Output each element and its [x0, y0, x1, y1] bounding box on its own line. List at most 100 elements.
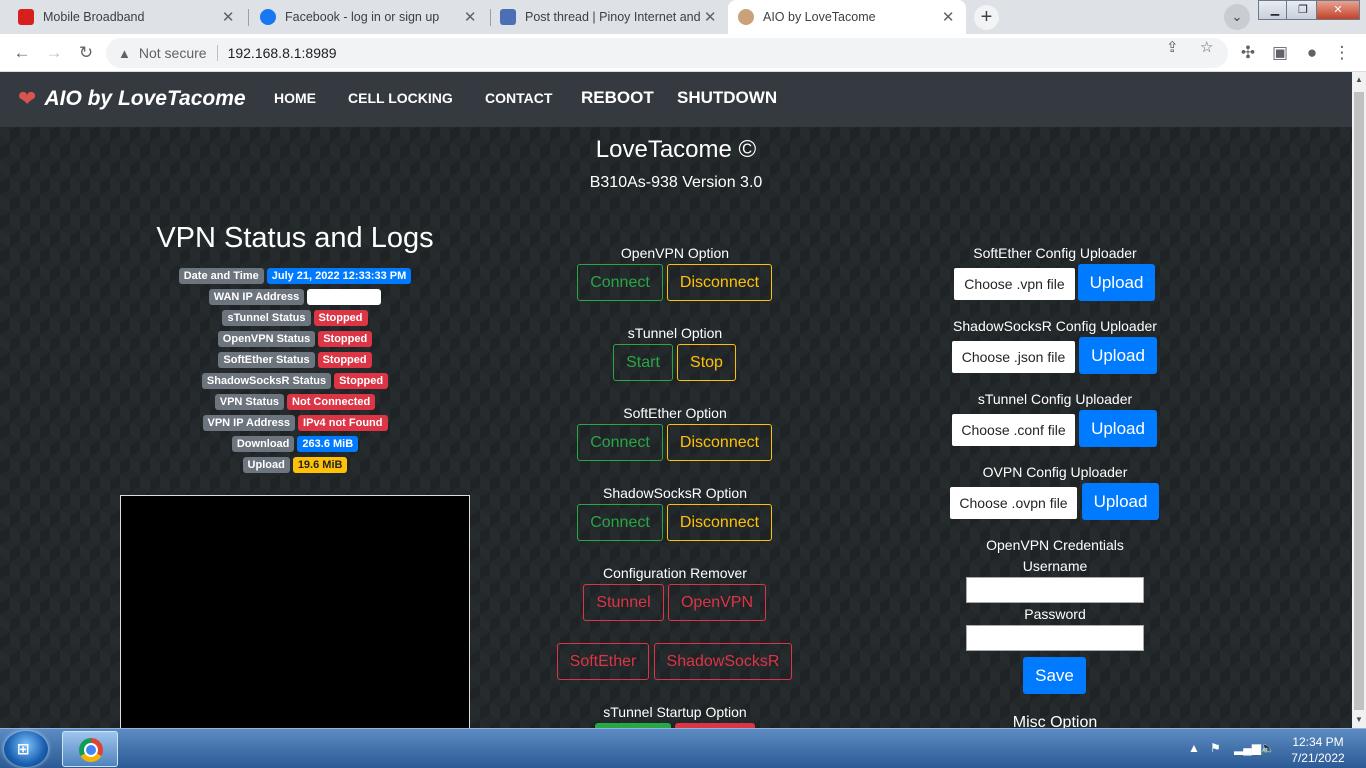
vpn-log-console[interactable]: [120, 495, 470, 728]
remove-openvpn-button[interactable]: OpenVPN: [668, 584, 766, 621]
page-subtitle: B310As-938 Version 3.0: [589, 174, 763, 191]
browser-tab-strip: Mobile Broadband ✕ Facebook - log in or …: [0, 0, 1366, 34]
address-bar[interactable]: ▲ Not secure 192.168.8.1:8989: [106, 38, 1228, 68]
tab-title: Facebook - log in or sign up: [285, 10, 440, 24]
status-label: VPN Status: [214, 394, 285, 410]
misc-option-label: Misc Option: [1012, 714, 1098, 728]
ovpn-choose-file-button[interactable]: Choose .ovpn file: [950, 487, 1077, 519]
status-label: VPN IP Address: [202, 415, 296, 431]
status-row-vpn: VPN Status Not Connected: [120, 394, 470, 410]
show-hidden-icons-icon[interactable]: ▲: [1188, 741, 1200, 755]
password-field[interactable]: [966, 625, 1144, 651]
close-tab-icon[interactable]: ✕: [462, 8, 478, 26]
shadowsocksr-disconnect-button[interactable]: Disconnect: [667, 504, 772, 541]
softether-connect-button[interactable]: Connect: [577, 424, 663, 461]
scrollbar-thumb[interactable]: [1354, 92, 1364, 710]
tab-title: Post thread | Pinoy Internet and T: [525, 10, 703, 24]
security-label[interactable]: Not secure: [139, 45, 207, 61]
nav-contact[interactable]: CONTACT: [485, 90, 552, 106]
system-clock[interactable]: 12:34 PM 7/21/2022: [1286, 734, 1350, 766]
stunnel-option-label: sTunnel Option: [627, 325, 723, 341]
tab-facebook[interactable]: Facebook - log in or sign up ✕: [250, 0, 488, 34]
taskbar-chrome-button[interactable]: [62, 731, 118, 767]
softether-uploader-label: SoftEther Config Uploader: [973, 245, 1137, 261]
nav-shutdown[interactable]: SHUTDOWN: [677, 88, 777, 108]
volume-icon[interactable]: 🔈: [1260, 741, 1275, 755]
shadowsocksr-choose-file-button[interactable]: Choose .json file: [952, 341, 1075, 373]
profile-avatar-icon[interactable]: ●: [1300, 41, 1324, 65]
facebook-favicon-icon: [260, 9, 276, 25]
stunnel-uploader-label: sTunnel Config Uploader: [977, 391, 1133, 407]
side-panel-icon[interactable]: ▣: [1268, 41, 1292, 65]
nav-reboot[interactable]: REBOOT: [581, 88, 654, 108]
close-window-icon[interactable]: ✕: [1316, 0, 1360, 20]
tab-pinoy-internet[interactable]: Post thread | Pinoy Internet and T ✕: [490, 0, 728, 34]
openvpn-disconnect-button[interactable]: Disconnect: [667, 264, 772, 301]
softether-disconnect-button[interactable]: Disconnect: [667, 424, 772, 461]
forward-icon[interactable]: →: [42, 41, 66, 65]
openvpn-connect-button[interactable]: Connect: [577, 264, 663, 301]
new-tab-button[interactable]: +: [974, 5, 999, 30]
shadowsocksr-connect-button[interactable]: Connect: [577, 504, 663, 541]
brand[interactable]: ❤ AIO by LoveTacome: [18, 86, 246, 112]
network-signal-icon[interactable]: ▂▄▆: [1234, 741, 1261, 755]
ovpn-upload-button[interactable]: Upload: [1082, 483, 1159, 520]
page-content: ❤ AIO by LoveTacome HOME CELL LOCKING CO…: [0, 72, 1352, 728]
scroll-down-icon[interactable]: ▼: [1355, 715, 1363, 724]
openvpn-credentials-heading: OpenVPN Credentials: [986, 537, 1124, 553]
top-navbar: ❤ AIO by LoveTacome HOME CELL LOCKING CO…: [0, 72, 1352, 127]
vpn-status-heading: VPN Status and Logs: [156, 222, 434, 254]
remove-softether-button[interactable]: SoftEther: [557, 643, 649, 680]
status-label: WAN IP Address: [208, 289, 305, 305]
heart-favicon-icon: [738, 9, 754, 25]
page-scrollbar[interactable]: ▲ ▼: [1352, 72, 1366, 728]
tab-mobile-broadband[interactable]: Mobile Broadband ✕: [8, 0, 246, 34]
start-button[interactable]: ⊞: [4, 731, 48, 767]
remove-shadowsocksr-button[interactable]: ShadowSocksR: [654, 643, 792, 680]
save-credentials-button[interactable]: Save: [1023, 657, 1086, 694]
tab-aio-lovetacome[interactable]: AIO by LoveTacome ✕: [728, 0, 966, 34]
status-value: Stopped: [313, 310, 368, 326]
close-tab-icon[interactable]: ✕: [220, 8, 236, 26]
maximize-icon[interactable]: ❐: [1286, 0, 1320, 20]
stunnel-start-button[interactable]: Start: [613, 344, 673, 381]
close-tab-icon[interactable]: ✕: [940, 8, 956, 26]
action-center-flag-icon[interactable]: ⚑: [1210, 741, 1221, 755]
close-tab-icon[interactable]: ✕: [702, 8, 718, 26]
status-value: Stopped: [317, 352, 372, 368]
back-icon[interactable]: ←: [10, 41, 34, 65]
softether-upload-button[interactable]: Upload: [1078, 264, 1155, 301]
tab-search-icon[interactable]: ⌄: [1224, 4, 1250, 30]
clock-time: 12:34 PM: [1292, 735, 1344, 749]
stunnel-stop-button[interactable]: Stop: [677, 344, 736, 381]
scroll-up-icon[interactable]: ▲: [1355, 75, 1363, 84]
windows-taskbar: ⊞ ▲ ⚑ ▂▄▆ 🔈 12:34 PM 7/21/2022: [0, 728, 1366, 768]
url-text[interactable]: 192.168.8.1:8989: [228, 45, 337, 61]
status-label: Download: [231, 436, 295, 452]
status-row-upload: Upload 19.6 MiB: [120, 457, 470, 473]
stunnel-choose-file-button[interactable]: Choose .conf file: [952, 414, 1075, 446]
nav-cell-locking[interactable]: CELL LOCKING: [348, 90, 453, 106]
heart-logo-icon: ❤: [18, 86, 37, 111]
reload-icon[interactable]: ↻: [74, 41, 98, 65]
status-value: Not Connected: [287, 394, 376, 410]
stunnel-upload-button[interactable]: Upload: [1079, 410, 1157, 447]
menu-kebab-icon[interactable]: ⋮: [1330, 41, 1354, 65]
huawei-favicon-icon: [18, 9, 34, 25]
status-row-wan-ip: WAN IP Address: [120, 289, 470, 305]
shadowsocksr-upload-button[interactable]: Upload: [1079, 337, 1157, 374]
username-field[interactable]: [966, 577, 1144, 603]
bookmark-star-icon[interactable]: ☆: [1200, 38, 1213, 56]
extensions-icon[interactable]: ✣: [1236, 41, 1260, 65]
status-value: [307, 289, 382, 305]
status-value: 263.6 MiB: [297, 436, 359, 452]
share-icon[interactable]: ⇪: [1166, 38, 1179, 56]
remove-stunnel-button[interactable]: Stunnel: [583, 584, 664, 621]
nav-home[interactable]: HOME: [274, 90, 316, 106]
status-value: IPv4 not Found: [298, 415, 388, 431]
softether-option-label: SoftEther Option: [623, 405, 727, 421]
softether-choose-file-button[interactable]: Choose .vpn file: [954, 268, 1075, 300]
stunnel-startup-label: sTunnel Startup Option: [603, 704, 747, 720]
ovpn-uploader-label: OVPN Config Uploader: [982, 464, 1128, 480]
shadowsocksr-option-label: ShadowSocksR Option: [603, 485, 747, 501]
